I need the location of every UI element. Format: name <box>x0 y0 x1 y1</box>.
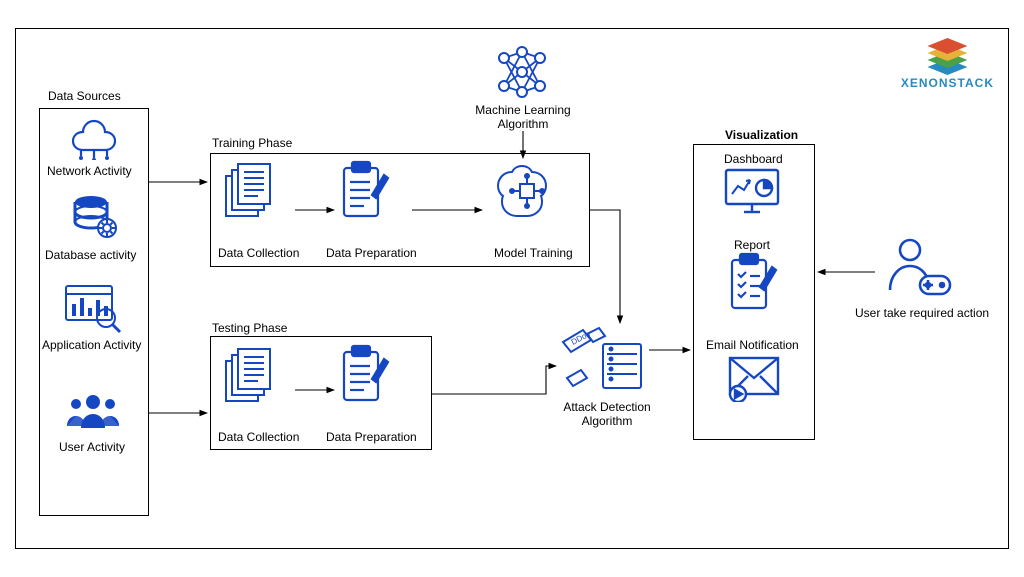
connectors <box>0 0 1024 577</box>
